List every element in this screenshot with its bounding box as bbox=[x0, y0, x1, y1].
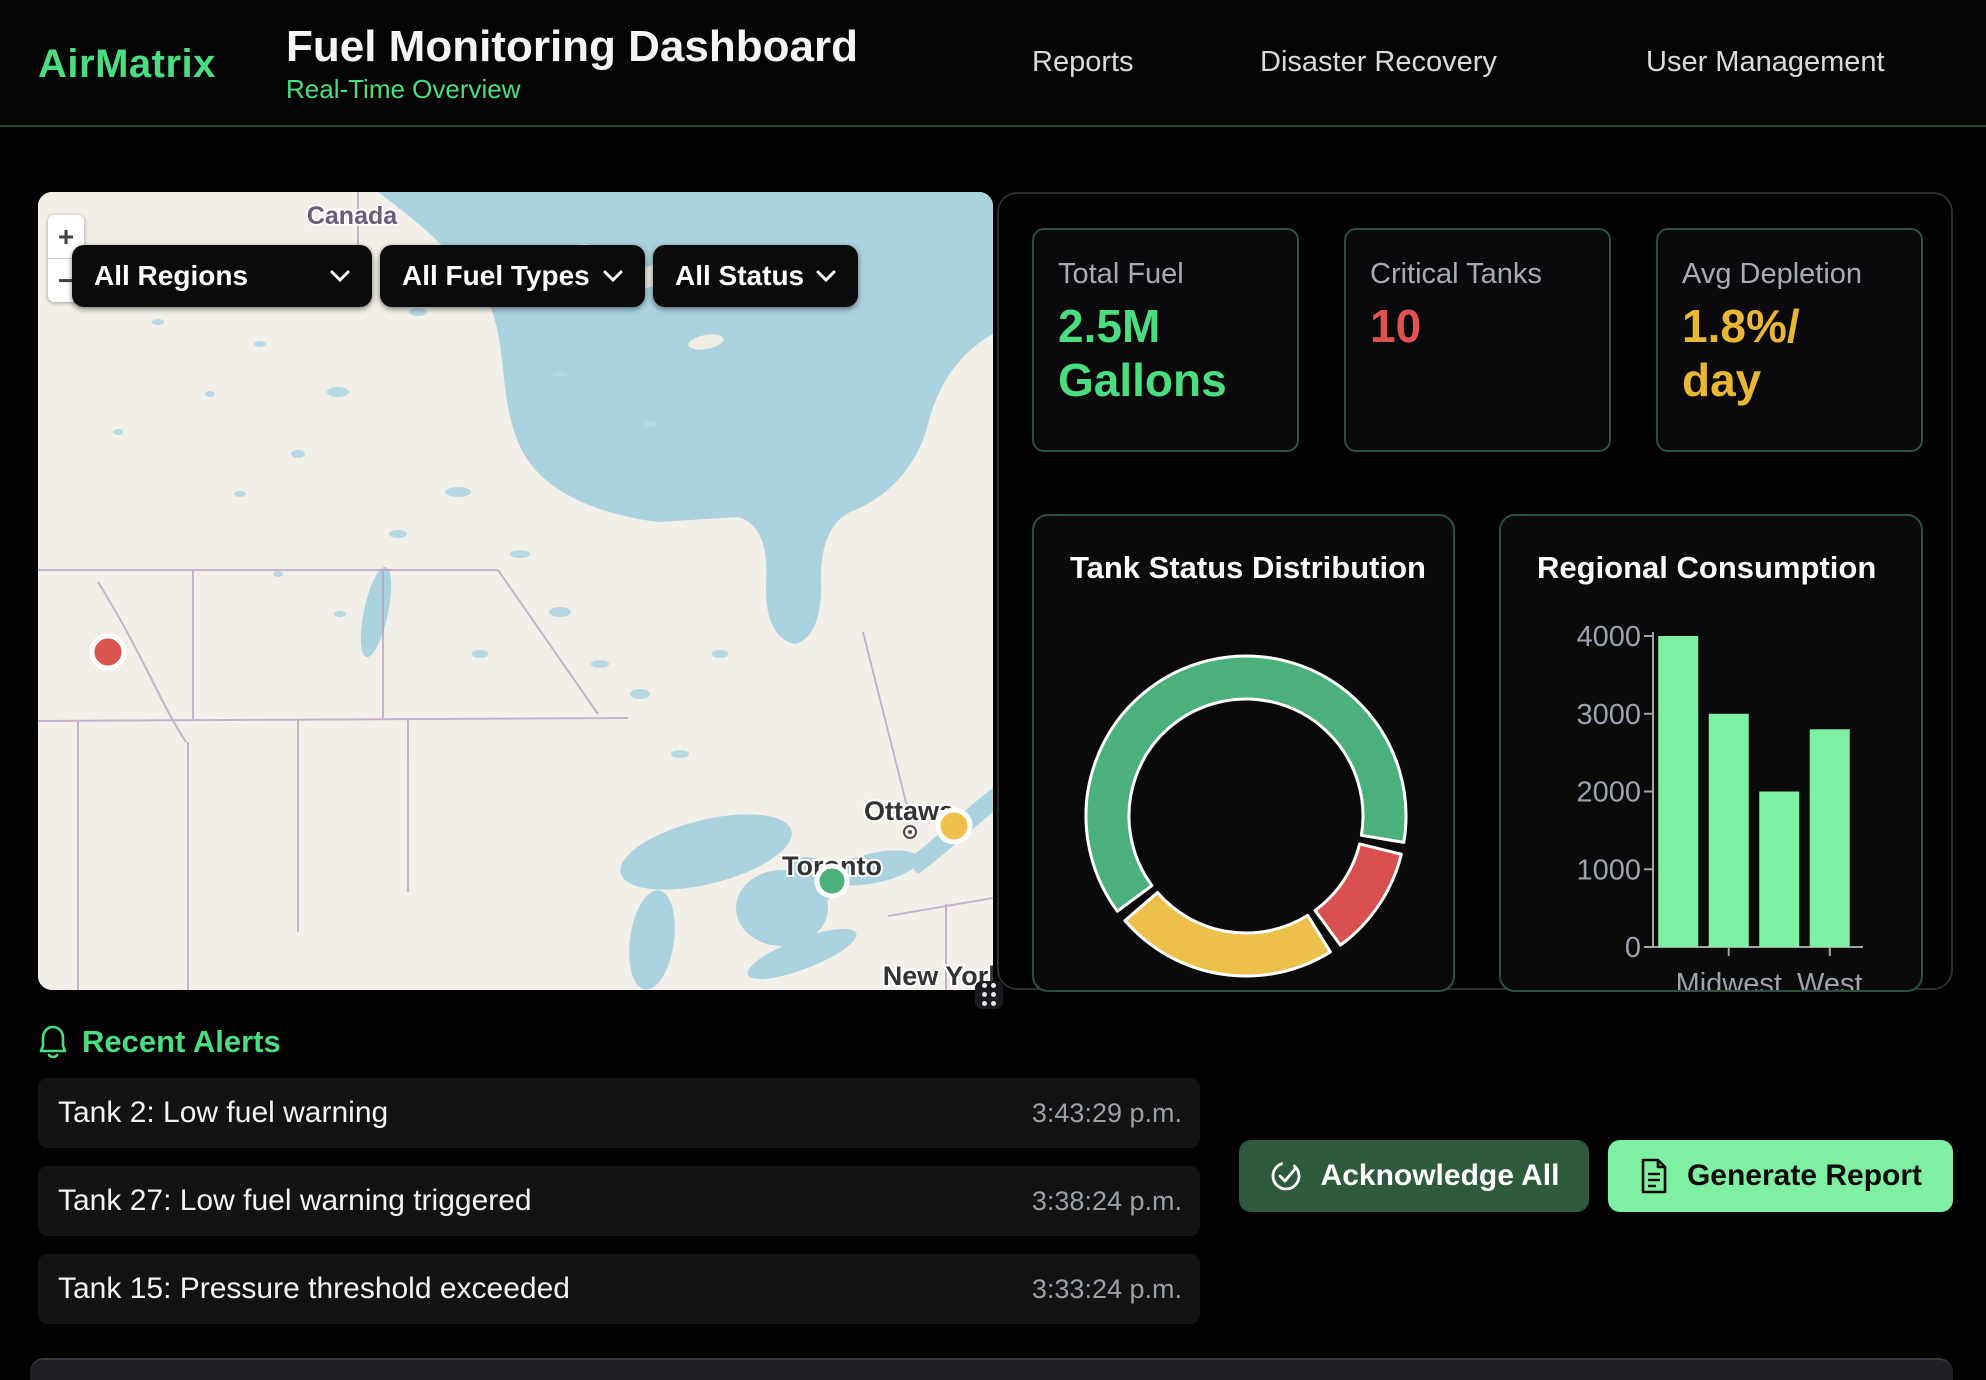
alert-row: Tank 2: Low fuel warning 3:43:29 p.m. bbox=[38, 1078, 1200, 1148]
generate-report-label: Generate Report bbox=[1687, 1159, 1922, 1193]
status-filter-dropdown[interactable]: All Status bbox=[653, 245, 858, 307]
stat-value: 2.5MGallons bbox=[1058, 299, 1273, 408]
stat-label: Critical Tanks bbox=[1370, 258, 1585, 291]
tank-status-donut-chart bbox=[1034, 516, 1453, 992]
page-title: Fuel Monitoring Dashboard bbox=[286, 22, 858, 72]
alert-row: Tank 15: Pressure threshold exceeded 3:3… bbox=[38, 1254, 1200, 1324]
dashboard-panel: Total Fuel 2.5MGallons Critical Tanks 10… bbox=[997, 192, 1953, 990]
svg-text:4000: 4000 bbox=[1576, 621, 1641, 653]
bell-icon bbox=[38, 1024, 68, 1060]
svg-text:2000: 2000 bbox=[1576, 777, 1641, 809]
svg-text:West: West bbox=[1797, 968, 1863, 992]
map-canvas: Canada Ottawa Toronto New York bbox=[38, 192, 993, 990]
tank-status-chart-card: Tank Status Distribution bbox=[1032, 514, 1455, 992]
generate-report-button[interactable]: Generate Report bbox=[1608, 1140, 1953, 1212]
nav-user-management[interactable]: User Management bbox=[1646, 46, 1885, 79]
nav-reports[interactable]: Reports bbox=[1032, 46, 1134, 79]
drag-grip-icon[interactable] bbox=[975, 981, 1003, 1009]
brand-logo: AirMatrix bbox=[38, 42, 216, 87]
svg-text:Midwest: Midwest bbox=[1676, 968, 1782, 992]
critical-tank-marker[interactable] bbox=[92, 636, 124, 668]
alert-message: Tank 15: Pressure threshold exceeded bbox=[58, 1272, 570, 1306]
svg-text:3000: 3000 bbox=[1576, 699, 1641, 731]
alert-message: Tank 27: Low fuel warning triggered bbox=[58, 1184, 532, 1218]
bottom-section-edge bbox=[30, 1358, 1953, 1380]
stat-card-total-fuel: Total Fuel 2.5MGallons bbox=[1032, 228, 1299, 452]
svg-text:1000: 1000 bbox=[1576, 854, 1641, 886]
alert-message: Tank 2: Low fuel warning bbox=[58, 1096, 388, 1130]
check-circle-icon bbox=[1269, 1159, 1303, 1193]
app-header: AirMatrix Fuel Monitoring Dashboard Real… bbox=[0, 0, 1986, 127]
nav-disaster-recovery[interactable]: Disaster Recovery bbox=[1260, 46, 1497, 79]
page-subtitle: Real-Time Overview bbox=[286, 74, 521, 105]
alert-row: Tank 27: Low fuel warning triggered 3:38… bbox=[38, 1166, 1200, 1236]
svg-text:0: 0 bbox=[1625, 932, 1641, 964]
stat-label: Total Fuel bbox=[1058, 258, 1273, 291]
warning-tank-marker[interactable] bbox=[938, 810, 970, 842]
region-filter-dropdown[interactable]: All Regions bbox=[72, 245, 372, 307]
normal-tank-marker[interactable] bbox=[817, 866, 847, 896]
stat-label: Avg Depletion bbox=[1682, 258, 1897, 291]
acknowledge-all-button[interactable]: Acknowledge All bbox=[1239, 1140, 1589, 1212]
stat-card-critical-tanks: Critical Tanks 10 bbox=[1344, 228, 1611, 452]
alert-time: 3:43:29 p.m. bbox=[1032, 1098, 1182, 1129]
document-icon bbox=[1639, 1158, 1669, 1194]
stat-card-avg-depletion: Avg Depletion 1.8%/day bbox=[1656, 228, 1923, 452]
fuel-tank-map[interactable]: Canada Ottawa Toronto New York bbox=[38, 192, 993, 990]
regional-consumption-bar-chart: 0 1000 2000 3000 4000 Midwest West bbox=[1501, 516, 1921, 992]
stat-value: 1.8%/day bbox=[1682, 299, 1897, 408]
regional-consumption-chart-card: Regional Consumption 0 1000 2000 3000 4000 Mi… bbox=[1499, 514, 1923, 992]
chevron-down-icon bbox=[330, 270, 350, 283]
acknowledge-all-label: Acknowledge All bbox=[1321, 1159, 1560, 1193]
chevron-down-icon bbox=[816, 270, 836, 283]
chart-title: Regional Consumption bbox=[1537, 550, 1876, 586]
map-label-canada: Canada bbox=[307, 202, 398, 230]
stat-value: 10 bbox=[1370, 299, 1585, 353]
fuel-type-filter-dropdown[interactable]: All Fuel Types bbox=[380, 245, 645, 307]
chart-title: Tank Status Distribution bbox=[1070, 550, 1426, 586]
status-filter-label: All Status bbox=[675, 260, 804, 292]
fuel-type-filter-label: All Fuel Types bbox=[402, 260, 590, 292]
chevron-down-icon bbox=[603, 270, 623, 283]
region-filter-label: All Regions bbox=[94, 260, 248, 292]
alert-time: 3:33:24 p.m. bbox=[1032, 1274, 1182, 1305]
alert-time: 3:38:24 p.m. bbox=[1032, 1186, 1182, 1217]
recent-alerts-heading: Recent Alerts bbox=[82, 1024, 281, 1060]
